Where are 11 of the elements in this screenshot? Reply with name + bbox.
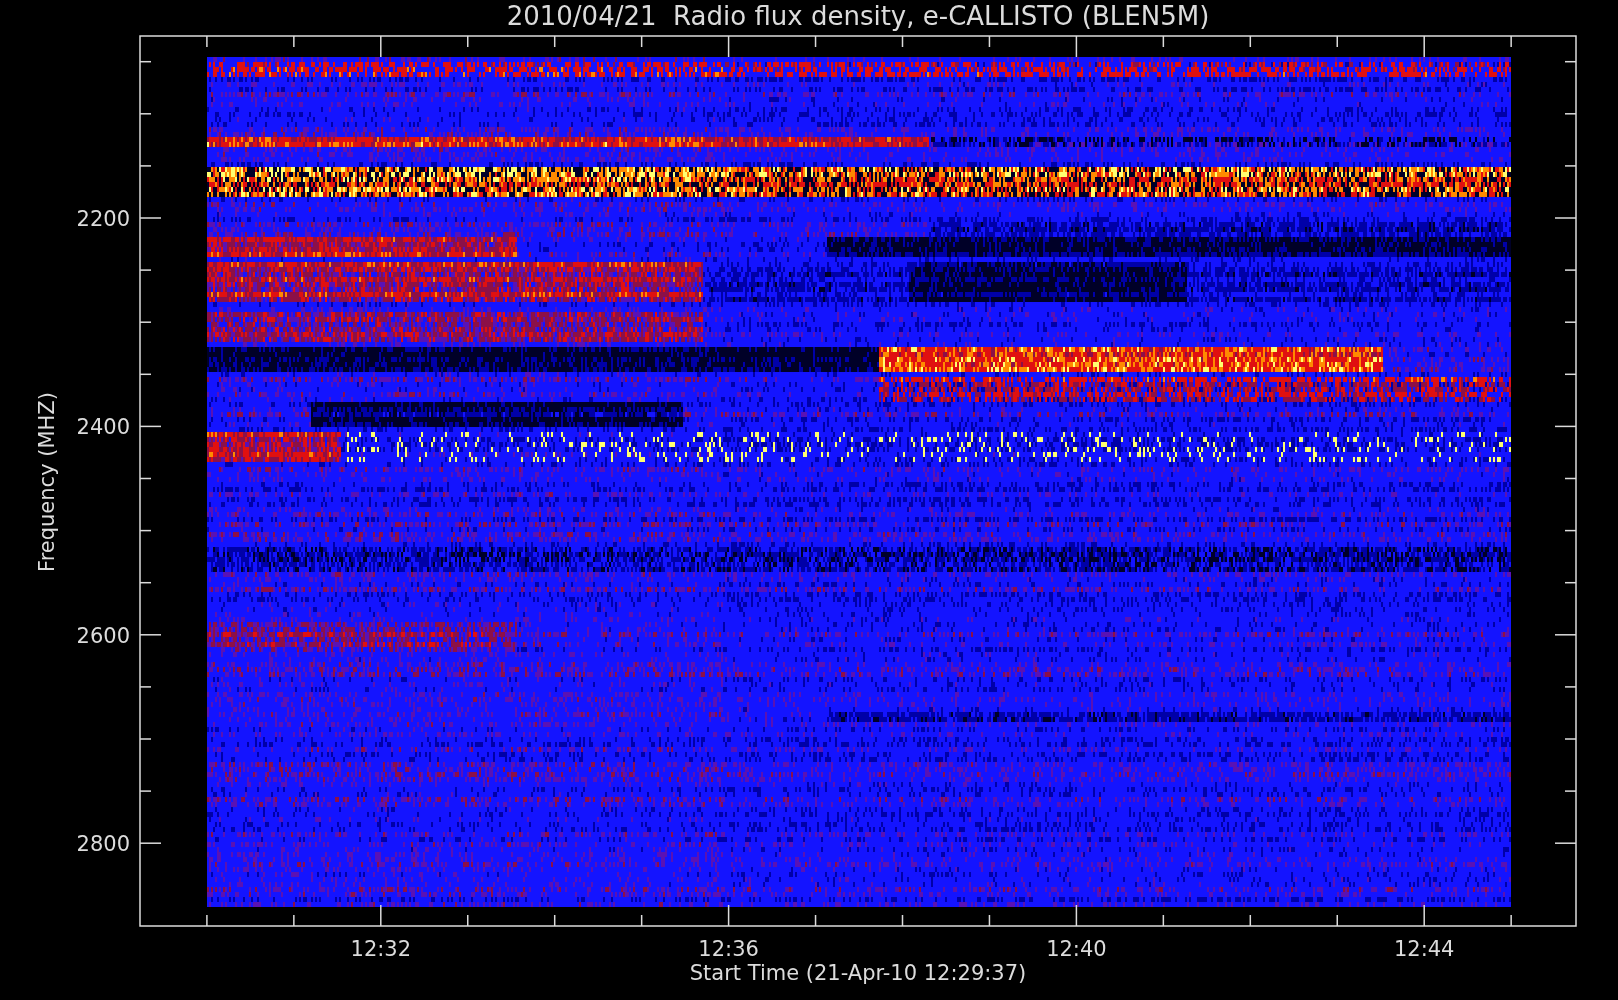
axis-tick-label: 12:40 (1046, 937, 1107, 961)
axis-tick-label: 2800 (76, 832, 130, 857)
axis-label: Start Time (21-Apr-10 12:29:37) (689, 961, 1027, 985)
axis-tick-label: 12:36 (698, 937, 759, 961)
axis-tick-label: 2200 (76, 207, 130, 231)
axis-tick-label: 2400 (76, 415, 130, 440)
axis-tick-label: 12:32 (350, 937, 412, 961)
axis-tick-label: 2600 (76, 623, 130, 648)
chart-title: 2010/04/21 Radio flux density, e-CALLISTO (BLEN5M) (506, 1, 1210, 31)
axis-label: Frequency (MHZ) (35, 392, 59, 572)
axis-tick-label: 12:44 (1393, 937, 1455, 961)
